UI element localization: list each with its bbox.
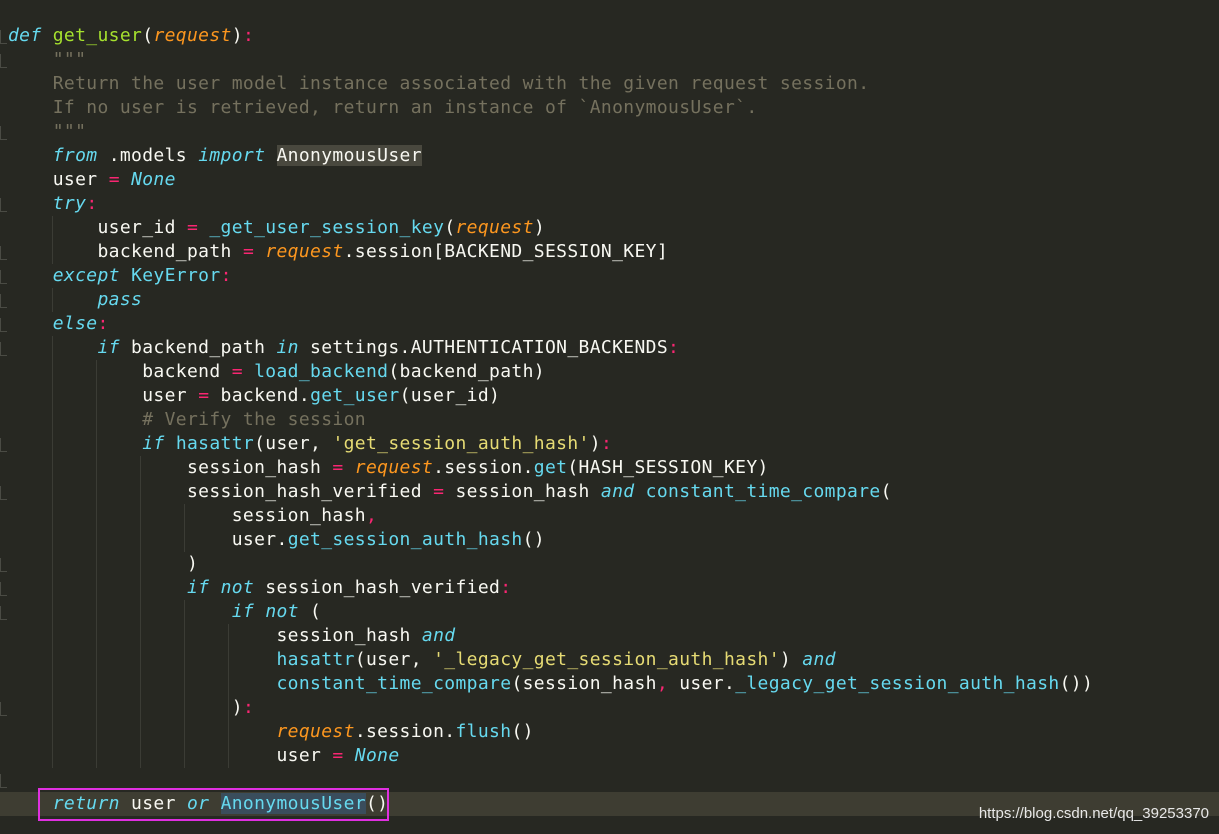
code-line[interactable]: session_hash = request.session.get(HASH_… [8, 456, 769, 480]
code-line[interactable]: session_hash, [8, 504, 377, 528]
code-line-docstring-2[interactable]: If no user is retrieved, return an insta… [8, 96, 758, 120]
code-line[interactable]: if not session_hash_verified: [8, 576, 511, 600]
fold-marker[interactable] [0, 342, 7, 356]
code-editor[interactable]: def get_user(request): """ Return the us… [0, 0, 1219, 834]
code-comment: # Verify the session [142, 409, 366, 430]
fold-marker[interactable] [0, 270, 7, 284]
code-line[interactable]: ) [8, 552, 198, 576]
code-line[interactable]: try: [8, 192, 98, 216]
code-line-docstring-1[interactable]: Return the user model instance associate… [8, 72, 869, 96]
code-line[interactable]: else: [8, 312, 109, 336]
fold-marker[interactable] [0, 486, 7, 500]
fold-marker[interactable] [0, 318, 7, 332]
code-line[interactable]: ): [8, 696, 254, 720]
code-line[interactable]: backend_path = request.session[BACKEND_S… [8, 240, 668, 264]
keyword-def: def [8, 25, 42, 46]
code-line[interactable]: pass [8, 288, 142, 312]
code-line[interactable]: if backend_path in settings.AUTHENTICATI… [8, 336, 679, 360]
code-line-def[interactable]: def get_user(request): [8, 24, 254, 48]
code-line-docstring-close[interactable]: """ [8, 120, 86, 144]
fold-marker[interactable] [0, 198, 7, 212]
code-line[interactable]: session_hash_verified = session_hash and… [8, 480, 892, 504]
fold-marker[interactable] [0, 294, 7, 308]
fold-marker[interactable] [0, 438, 7, 452]
fold-marker[interactable] [0, 774, 7, 788]
module-path: .models [108, 145, 187, 166]
code-line[interactable]: request.session.flush() [8, 720, 534, 744]
code-line[interactable]: session_hash and [8, 624, 455, 648]
highlight-box [38, 788, 389, 821]
fold-marker[interactable] [0, 582, 7, 596]
docstring-close: """ [52, 121, 87, 142]
selected-identifier: AnonymousUser [276, 145, 422, 166]
fold-marker[interactable] [0, 702, 7, 716]
code-line[interactable]: if hasattr(user, 'get_session_auth_hash'… [8, 432, 612, 456]
code-line[interactable]: user_id = _get_user_session_key(request) [8, 216, 545, 240]
docstring-open: """ [52, 49, 87, 70]
code-line[interactable]: except KeyError: [8, 264, 232, 288]
code-line[interactable]: hasattr(user, '_legacy_get_session_auth_… [8, 648, 836, 672]
code-line[interactable]: user = None [8, 168, 176, 192]
fold-marker[interactable] [0, 54, 7, 68]
code-line[interactable]: user.get_session_auth_hash() [8, 528, 545, 552]
fold-marker[interactable] [0, 558, 7, 572]
code-line[interactable]: if not ( [8, 600, 321, 624]
string-literal: '_legacy_get_session_auth_hash' [433, 649, 780, 670]
code-line-comment[interactable]: # Verify the session [8, 408, 366, 432]
fold-marker[interactable] [0, 30, 7, 44]
docstring-line: Return the user model instance associate… [52, 73, 870, 94]
docstring-line: If no user is retrieved, return an insta… [52, 97, 758, 118]
fold-marker[interactable] [0, 606, 7, 620]
code-line[interactable]: backend = load_backend(backend_path) [8, 360, 545, 384]
code-line-docstring-open[interactable]: """ [8, 48, 86, 72]
code-line[interactable]: user = backend.get_user(user_id) [8, 384, 500, 408]
code-line[interactable]: user = None [8, 744, 400, 768]
function-name: get_user [52, 25, 143, 46]
fold-marker[interactable] [0, 126, 7, 140]
string-literal: 'get_session_auth_hash' [332, 433, 590, 454]
watermark-text: https://blog.csdn.net/qq_39253370 [978, 805, 1209, 822]
code-line-import[interactable]: from .models import AnonymousUser [8, 144, 422, 168]
parameter-request: request [153, 25, 232, 46]
fold-marker[interactable] [0, 246, 7, 260]
code-line[interactable]: constant_time_compare(session_hash, user… [8, 672, 1093, 696]
